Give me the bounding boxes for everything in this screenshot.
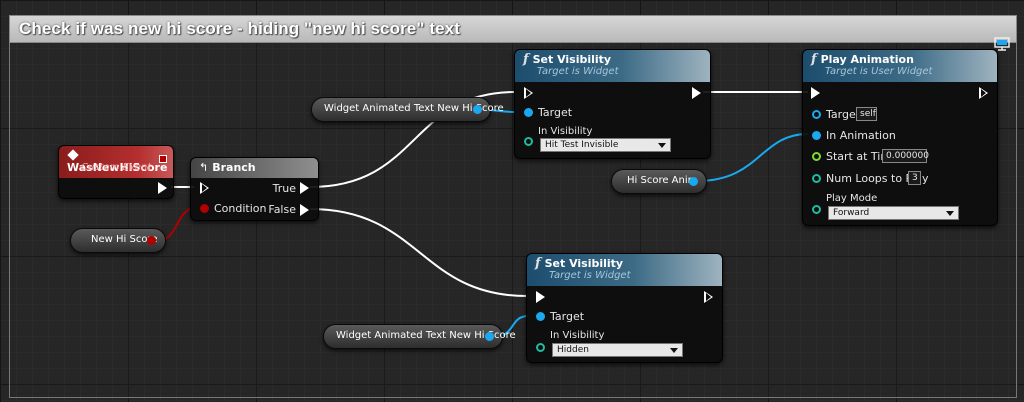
play-animation-play-mode-pin[interactable]	[812, 205, 821, 214]
event-diamond-icon	[67, 149, 79, 161]
function-icon: f	[811, 52, 817, 67]
chevron-down-icon	[946, 211, 954, 216]
set-visibility-1-target-label: Target	[538, 106, 573, 119]
branch-condition-label: Condition	[214, 202, 267, 215]
play-animation-target-label: Target	[826, 108, 861, 121]
branch-false-label: False	[268, 203, 296, 216]
hi-score-anim-variable[interactable]: Hi Score Anim	[611, 169, 707, 194]
branch-condition-pin[interactable]	[200, 204, 209, 213]
set-visibility-2-subtitle: Target is Widget	[549, 270, 631, 281]
set-visibility-2-visibility-value: Hidden	[557, 345, 589, 355]
custom-event-node[interactable]: WasNewHiScore Custom Event	[58, 145, 174, 199]
set-visibility-2-header[interactable]: f Set Visibility Target is Widget	[527, 254, 722, 286]
set-visibility-1-in-visibility-pin[interactable]	[524, 137, 533, 146]
set-visibility-2-exec-in-pin[interactable]	[536, 291, 545, 303]
set-visibility-1-title: Set Visibility	[532, 53, 612, 66]
hi-score-anim-label: Hi Score Anim	[627, 175, 698, 186]
play-animation-in-animation-label: In Animation	[826, 129, 896, 142]
hi-score-anim-out-pin[interactable]	[689, 177, 698, 186]
function-icon: f	[523, 52, 529, 67]
set-visibility-2-target-pin[interactable]	[536, 312, 545, 321]
widget-variable-1-out-pin[interactable]	[473, 105, 482, 114]
play-animation-title: Play Animation	[820, 53, 914, 66]
event-node-header[interactable]: WasNewHiScore Custom Event	[59, 146, 173, 178]
set-visibility-1-in-visibility-label: In Visibility	[538, 126, 593, 137]
set-visibility-2-exec-out-pin[interactable]	[704, 291, 713, 303]
set-visibility-1-exec-in-pin[interactable]	[524, 87, 533, 99]
play-animation-play-mode-label: Play Mode	[826, 193, 878, 204]
branch-node-title: Branch	[212, 161, 256, 174]
set-visibility-2-in-visibility-pin[interactable]	[536, 343, 545, 352]
branch-node-header[interactable]: ↰ Branch	[191, 158, 318, 178]
set-visibility-1-target-pin[interactable]	[524, 108, 533, 117]
play-animation-play-mode-value: Forward	[833, 208, 870, 218]
widget-variable-2-out-pin[interactable]	[485, 332, 494, 341]
branch-false-pin[interactable]	[300, 204, 309, 216]
set-visibility-node-1[interactable]: f Set Visibility Target is Widget Target …	[514, 49, 711, 159]
branch-true-pin[interactable]	[300, 182, 309, 194]
play-animation-exec-in-pin[interactable]	[811, 87, 820, 99]
function-icon: f	[535, 256, 541, 271]
play-animation-in-animation-pin[interactable]	[812, 131, 821, 140]
play-animation-exec-out-pin[interactable]	[979, 87, 988, 99]
chevron-down-icon	[670, 348, 678, 353]
set-visibility-2-title: Set Visibility	[544, 257, 624, 270]
exec-wire-false	[309, 208, 528, 297]
set-visibility-1-exec-out-pin[interactable]	[692, 87, 701, 99]
play-animation-subtitle: Target is User Widget	[825, 66, 933, 77]
play-animation-num-loops-pin[interactable]	[812, 174, 821, 183]
widget-animated-text-variable-1[interactable]: Widget Animated Text New Hi Score	[311, 97, 504, 122]
set-visibility-1-subtitle: Target is Widget	[537, 66, 619, 77]
set-visibility-2-in-visibility-label: In Visibility	[550, 330, 605, 341]
play-animation-target-field[interactable]: self	[856, 107, 877, 121]
set-visibility-1-header[interactable]: f Set Visibility Target is Widget	[515, 50, 710, 82]
new-hi-score-out-pin[interactable]	[147, 236, 156, 245]
play-animation-play-mode-dropdown[interactable]: Forward	[828, 206, 959, 220]
branch-node[interactable]: ↰ Branch True Condition False	[190, 157, 319, 221]
play-animation-node[interactable]: f Play Animation Target is User Widget Ta…	[802, 49, 998, 226]
event-node-subtitle: Custom Event	[81, 162, 152, 173]
set-visibility-1-visibility-value: Hit Test Invisible	[545, 140, 619, 150]
new-hi-score-variable[interactable]: New Hi Score	[70, 228, 166, 253]
set-visibility-2-target-label: Target	[550, 310, 585, 323]
event-exec-out-pin[interactable]	[158, 182, 167, 194]
branch-icon: ↰	[199, 161, 209, 174]
set-visibility-node-2[interactable]: f Set Visibility Target is Widget Target …	[526, 253, 723, 363]
play-animation-header[interactable]: f Play Animation Target is User Widget	[803, 50, 997, 82]
play-animation-target-pin[interactable]	[812, 110, 821, 119]
play-animation-start-time-pin[interactable]	[812, 152, 821, 161]
set-visibility-1-visibility-dropdown[interactable]: Hit Test Invisible	[540, 138, 671, 152]
branch-exec-in-pin[interactable]	[200, 182, 209, 194]
play-animation-start-time-field[interactable]: 0.000000	[882, 149, 929, 163]
object-wire-anim	[696, 133, 809, 182]
play-animation-num-loops-field[interactable]: 3	[908, 171, 921, 185]
event-delegate-pin[interactable]	[159, 155, 167, 163]
widget-animated-text-variable-2[interactable]: Widget Animated Text New Hi Score	[323, 324, 516, 349]
chevron-down-icon	[658, 143, 666, 148]
branch-true-label: True	[272, 182, 296, 195]
set-visibility-2-visibility-dropdown[interactable]: Hidden	[552, 343, 683, 357]
